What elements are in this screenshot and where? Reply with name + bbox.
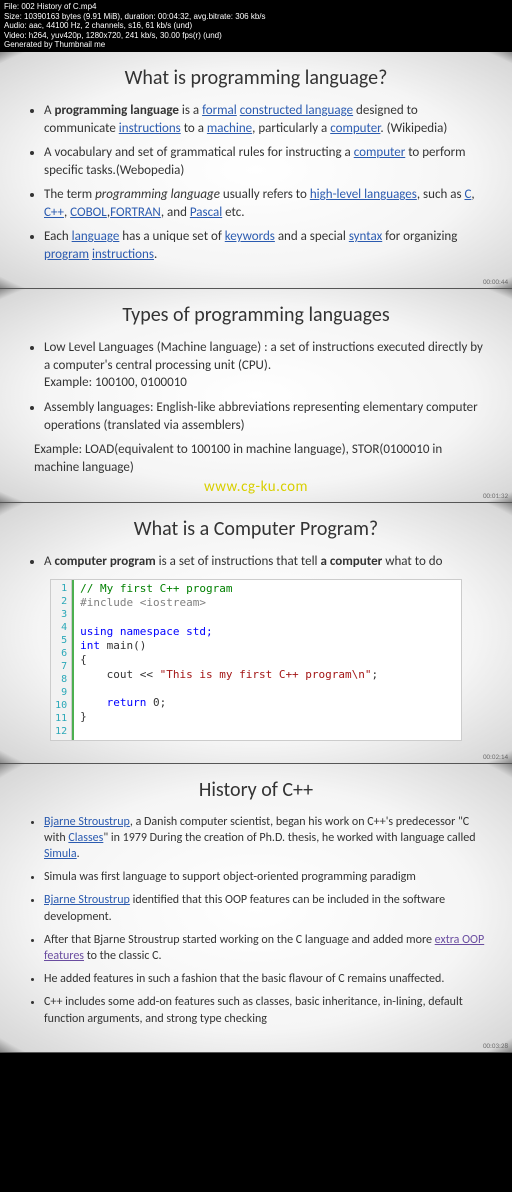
meta-size: Size: 10390163 bytes (9.91 MiB), duratio…	[4, 12, 508, 22]
file-metadata-header: File: 002 History of C.mp4 Size: 1039016…	[0, 0, 512, 52]
link-pascal[interactable]: Pascal	[190, 205, 222, 220]
slide-4-bullet-3: Bjarne Stroustrup identified that this O…	[44, 892, 490, 924]
slide-3-timestamp: 00:02:14	[483, 752, 508, 761]
slide-3-bullet-1: A computer program is a set of instructi…	[44, 553, 490, 571]
slide-1-bullet-3: The term programming language usually re…	[44, 186, 490, 221]
slide-2-title: Types of programming languages	[22, 303, 490, 327]
link-computer-2[interactable]: computer	[354, 145, 406, 160]
slide-1-bullet-2: A vocabulary and set of grammatical rule…	[44, 144, 490, 179]
code-body: // My first C++ program #include <iostre…	[72, 580, 461, 740]
slide-1-list: A programming language is a formal const…	[22, 102, 490, 263]
slide-3-title: What is a Computer Program?	[22, 517, 490, 541]
link-language[interactable]: language	[72, 229, 120, 244]
link-program[interactable]: program	[44, 247, 89, 262]
slide-2-bullet-2: Assembly languages: English-like abbrevi…	[44, 399, 490, 434]
slide-4-bullet-5: He added features in such a fashion that…	[44, 971, 490, 987]
slide-1: What is programming language? A programm…	[0, 52, 512, 289]
watermark: www.cg-ku.com	[0, 478, 512, 496]
link-classes[interactable]: Classes	[68, 831, 103, 845]
slide-2: Types of programming languages Low Level…	[0, 289, 512, 503]
slide-4-bullet-6: C++ includes some add-on features such a…	[44, 994, 490, 1026]
slide-2-example-2: Example: LOAD(equivalent to 100100 in ma…	[34, 441, 490, 476]
link-computer[interactable]: computer	[330, 121, 380, 136]
code-gutter: 1 2 3 4 5 6 7 8 9 10 11 12	[51, 580, 72, 740]
slide-4-bullet-2: Simula was first language to support obj…	[44, 869, 490, 885]
link-instructions-2[interactable]: instructions	[92, 247, 154, 262]
slide-4-title: History of C++	[22, 778, 490, 802]
meta-generated: Generated by Thumbnail me	[4, 40, 508, 50]
meta-video: Video: h264, yuv420p, 1280x720, 241 kb/s…	[4, 31, 508, 41]
link-cpp[interactable]: C++	[44, 205, 64, 220]
slide-4-list: Bjarne Stroustrup, a Danish computer sci…	[22, 814, 490, 1027]
link-simula[interactable]: Simula	[44, 847, 77, 861]
meta-audio: Audio: aac, 44100 Hz, 2 channels, s16, 6…	[4, 21, 508, 31]
slide-4-timestamp: 00:03:28	[483, 1041, 508, 1050]
slide-1-title: What is programming language?	[22, 66, 490, 90]
slide-3: What is a Computer Program? A computer p…	[0, 503, 512, 764]
slide-4: History of C++ Bjarne Stroustrup, a Dani…	[0, 764, 512, 1053]
link-keywords[interactable]: keywords	[225, 229, 275, 244]
slide-2-bullet-1: Low Level Languages (Machine language) :…	[44, 339, 490, 392]
link-bjarne-stroustrup[interactable]: Bjarne Stroustrup	[44, 815, 130, 829]
link-high-level-languages[interactable]: high-level languages	[310, 187, 417, 202]
slide-3-list: A computer program is a set of instructi…	[22, 553, 490, 571]
link-bjarne-stroustrup-2[interactable]: Bjarne Stroustrup	[44, 893, 130, 907]
slide-1-timestamp: 00:00:44	[483, 277, 508, 286]
slide-1-bullet-1: A programming language is a formal const…	[44, 102, 490, 137]
link-constructed-language[interactable]: constructed language	[240, 103, 353, 118]
link-cobol[interactable]: COBOL	[70, 205, 107, 220]
slide-4-bullet-1: Bjarne Stroustrup, a Danish computer sci…	[44, 814, 490, 863]
slide-1-bullet-4: Each language has a unique set of keywor…	[44, 228, 490, 263]
meta-file: File: 002 History of C.mp4	[4, 2, 508, 12]
link-instructions[interactable]: instructions	[119, 121, 181, 136]
slide-4-bullet-4: After that Bjarne Stroustrup started wor…	[44, 932, 490, 964]
slide-2-list: Low Level Languages (Machine language) :…	[22, 339, 490, 434]
link-syntax[interactable]: syntax	[349, 229, 382, 244]
link-machine[interactable]: machine	[207, 121, 252, 136]
link-fortran[interactable]: FORTRAN	[110, 205, 161, 220]
code-block: 1 2 3 4 5 6 7 8 9 10 11 12 // My first C…	[50, 579, 462, 741]
link-formal[interactable]: formal	[202, 103, 237, 118]
slide-2-timestamp: 00:01:32	[483, 491, 508, 500]
